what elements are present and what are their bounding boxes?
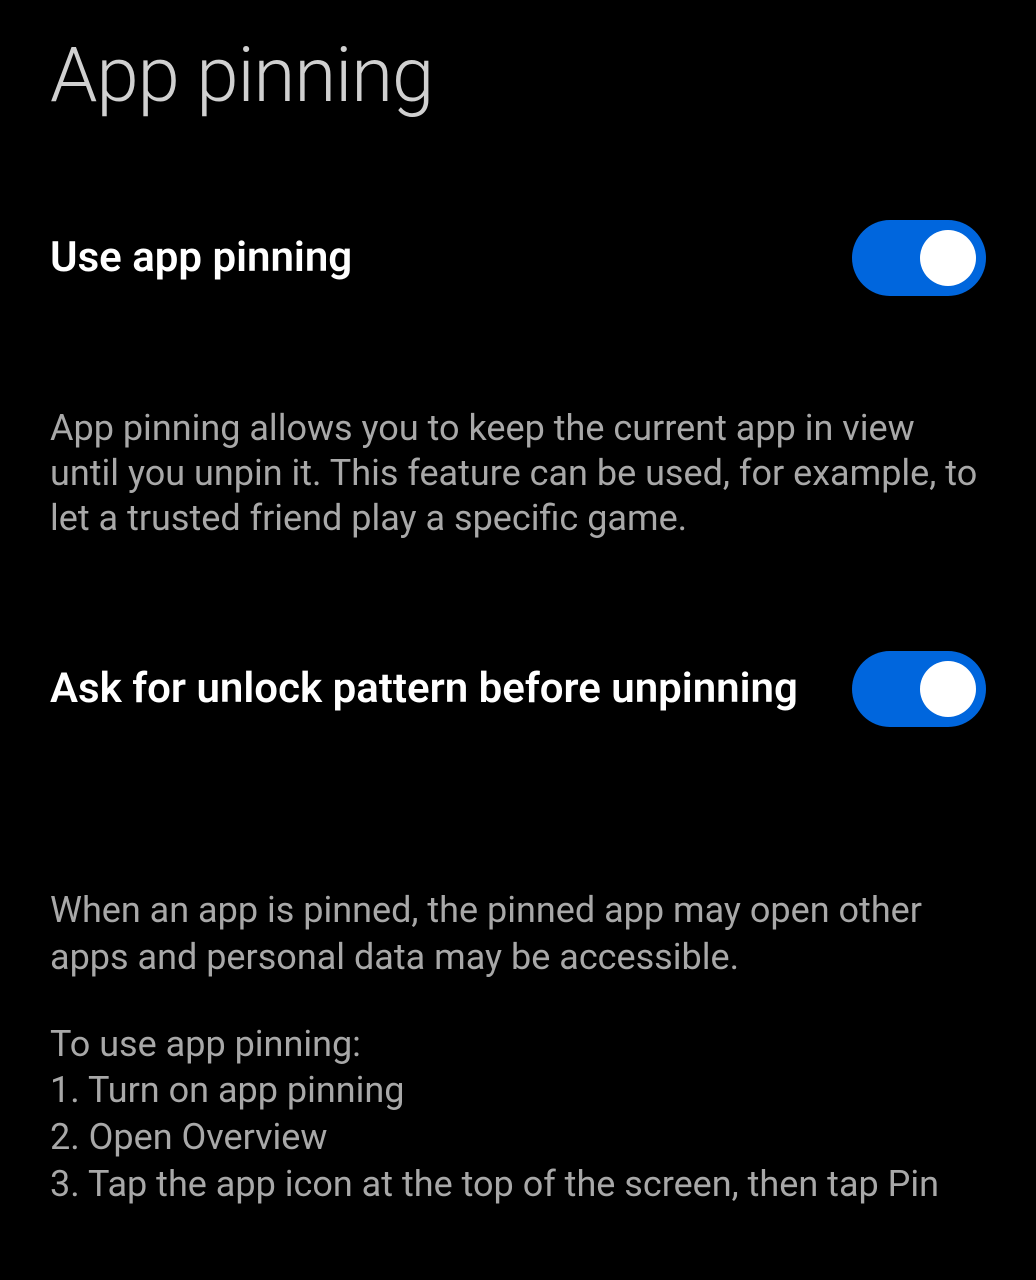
use-app-pinning-row: Use app pinning xyxy=(50,220,986,296)
instructions-header: To use app pinning: xyxy=(50,1021,986,1068)
toggle-thumb-icon xyxy=(920,230,976,286)
toggle-thumb-icon xyxy=(920,661,976,717)
ask-unlock-pattern-label: Ask for unlock pattern before unpinning xyxy=(50,662,852,717)
ask-unlock-pattern-row: Ask for unlock pattern before unpinning xyxy=(50,651,986,727)
page-title: App pinning xyxy=(50,30,986,120)
info-section: When an app is pinned, the pinned app ma… xyxy=(50,887,986,1208)
instructions-list: 1. Turn on app pinning 2. Open Overview … xyxy=(50,1067,986,1207)
instruction-step: 2. Open Overview xyxy=(50,1114,986,1161)
use-app-pinning-toggle[interactable] xyxy=(852,220,986,296)
use-app-pinning-description: App pinning allows you to keep the curre… xyxy=(50,406,986,541)
ask-unlock-pattern-toggle[interactable] xyxy=(852,651,986,727)
info-warning: When an app is pinned, the pinned app ma… xyxy=(50,887,986,981)
instruction-step: 3. Tap the app icon at the top of the sc… xyxy=(50,1161,986,1208)
instruction-step: 1. Turn on app pinning xyxy=(50,1067,986,1114)
use-app-pinning-label: Use app pinning xyxy=(50,231,852,286)
